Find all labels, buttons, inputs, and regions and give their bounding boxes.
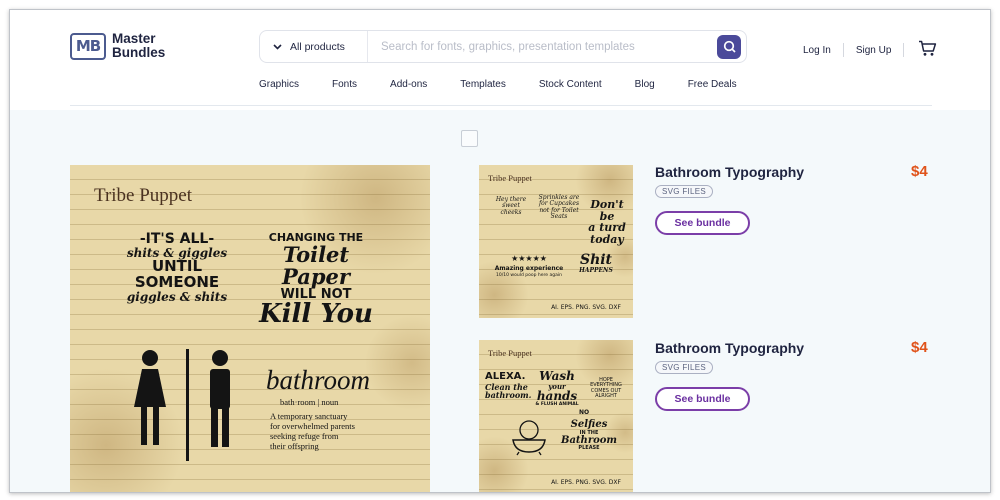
file-type-badge: SVG FILES [655,361,714,374]
thumb-formats: AI. EPS. PNG. SVG. DXF [551,304,621,311]
logo[interactable]: MB Master Bundles [70,32,165,60]
quote-line: Kill You [259,299,373,330]
search-bar: All products [259,30,747,63]
nav-blog[interactable]: Blog [635,79,655,90]
bathroom-word: bathroom [266,365,371,395]
thumb-formats: AI. EPS. PNG. SVG. DXF [551,479,621,486]
chevron-down-icon [273,42,282,52]
logo-line1: Master [112,31,156,46]
main-product-image[interactable]: Tribe Puppet -IT'S ALL- shits & giggles … [70,165,430,492]
product-price: $4 [911,163,928,180]
quote-toilet-paper: CHANGING THE Toilet Paper WILL NOT Kill … [256,232,376,329]
category-label: All products [290,40,345,53]
thumb-text-hope: HOPE EVERYTHING COMES OUT ALRIGHT [590,377,622,399]
nav-templates[interactable]: Templates [460,79,506,90]
bathroom-pronunciation: bath·room | noun [280,397,339,407]
thumb-text-alexa: ALEXA. Clean the bathroom. [485,371,532,400]
thumb-line: PLEASE [578,445,600,452]
nav-free-deals[interactable]: Free Deals [688,79,737,90]
nav-graphics[interactable]: Graphics [259,79,299,90]
nav-addons[interactable]: Add-ons [390,79,427,90]
main-nav: Graphics Fonts Add-ons Templates Stock C… [259,79,770,90]
thumb-line: Shit [579,252,613,268]
restroom-figures-icon [134,349,230,461]
auth-divider [842,43,844,57]
thumb-line: bathroom. [485,389,532,400]
search-icon [723,40,736,53]
thumb-line: today [590,232,624,246]
nav-fonts[interactable]: Fonts [332,79,357,90]
quote-line: SOMEONE [134,273,220,292]
cart-divider [903,43,905,57]
product-card-2: Bathroom Typography SVG FILES See bundle [655,340,804,411]
brand-label: Tribe Puppet [94,185,193,206]
search-button[interactable] [717,34,741,59]
thumb-text-no: NO [578,409,590,416]
thumb-line: hands [536,388,578,403]
search-input[interactable] [368,31,717,62]
thumb-text-poop-again: 10/10 would poop here again [496,273,562,278]
thumb-stars: ★★★★★ [511,254,547,263]
thumb-line: Selfies [570,419,608,430]
thumb-text-selfies: Selfies IN THE Bathroom PLEASE [561,419,617,452]
signup-link[interactable]: Sign Up [856,45,892,56]
thumb-text-sweet-cheeks: Hey there sweet cheeks [495,196,527,216]
definition-line: seeking refuge from [270,431,339,441]
logo-text: Master Bundles [112,32,165,60]
product-title[interactable]: Bathroom Typography [655,164,804,180]
select-checkbox[interactable] [461,130,478,147]
quote-line: giggles & shits [126,289,228,304]
thumb-text-turd: Don't be a turd today [583,199,631,245]
definition-line: A temporary sanctuary [270,411,348,421]
login-link[interactable]: Log In [803,45,831,56]
header-divider [70,105,932,106]
bathtub-icon [512,420,546,456]
product-thumbnail-1[interactable]: Tribe Puppet Hey there sweet cheeks Spri… [479,165,633,318]
quote-shits-giggles: -IT'S ALL- shits & giggles UNTIL SOMEONE… [122,232,232,303]
logo-mark: MB [70,32,106,60]
thumb-text-amazing: Amazing experience [494,265,564,272]
product-title[interactable]: Bathroom Typography [655,340,804,356]
brand-label: Tribe Puppet [488,173,532,183]
thumb-text-wash-hands: Wash your hands & FLUSH ANIMAL [531,370,583,407]
site-header: MB Master Bundles All products Search fo… [10,10,990,110]
thumb-line: HAPPENS [579,266,613,274]
thumb-line: ALEXA. [485,371,526,382]
thumb-text-shit-happens: Shit HAPPENS [571,253,621,274]
see-bundle-button[interactable]: See bundle [655,387,750,411]
product-price: $4 [911,339,928,356]
quote-line: Toilet Paper [282,241,350,289]
product-card-1: Bathroom Typography SVG FILES See bundle [655,164,804,235]
thumb-text-sprinkles: Sprinkles are for Cupcakes not for Toile… [538,194,580,220]
thumb-line: Don't be [590,198,624,223]
bathroom-definition: A temporary sanctuary for overwhelmed pa… [270,411,355,451]
thumb-line: & FLUSH ANIMAL [535,401,579,407]
nav-stock-content[interactable]: Stock Content [539,79,602,90]
browser-page: MB Master Bundles All products Search fo… [9,9,991,493]
definition-line: their offspring [270,441,319,451]
logo-line2: Bundles [112,45,166,60]
see-bundle-button[interactable]: See bundle [655,211,750,235]
product-thumbnail-2[interactable]: Tribe Puppet ALEXA. Clean the bathroom. … [479,340,633,492]
quote-line: -IT'S ALL- [139,231,215,247]
category-dropdown[interactable]: All products [260,31,368,62]
definition-line: for overwhelmed parents [270,421,355,431]
file-type-badge: SVG FILES [655,185,714,198]
thumb-line: Wash [539,369,575,383]
auth-links: Log In Sign Up [803,40,937,60]
brand-label: Tribe Puppet [488,348,532,358]
cart-icon[interactable] [918,40,937,60]
thumb-line: a turd [588,221,626,235]
